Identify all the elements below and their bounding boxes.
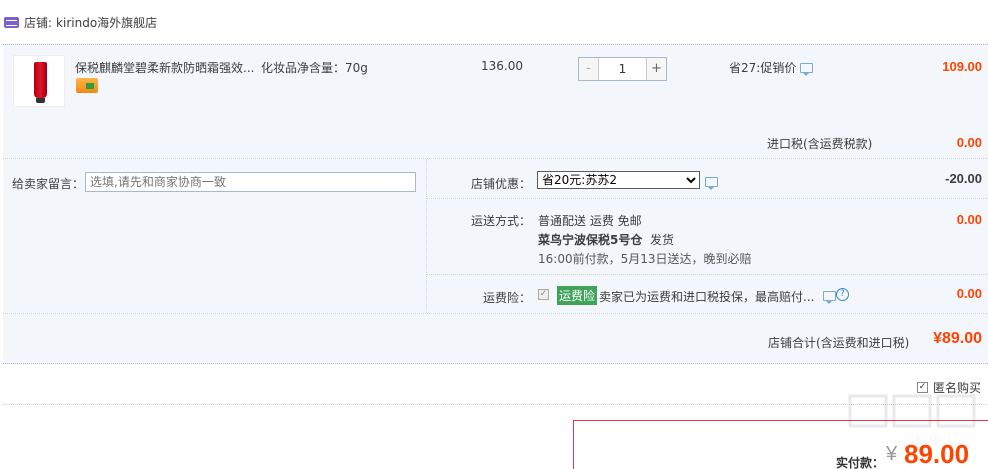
shipping-label: 运送方式： <box>471 214 532 228</box>
message-panel: 给卖家留言： <box>3 159 427 313</box>
shipping-warehouse: 菜鸟宁波保税5号仓 <box>538 233 643 247</box>
shop-promo-row: 店铺优惠： 省20元:苏苏2 -20.00 <box>427 159 988 199</box>
insurance-checkbox: ✓ <box>538 289 549 300</box>
insurance-row: 运费险： ✓ 运费险 卖家已为运费和进口税投保，最高赔付... ? 0.00 <box>427 275 988 313</box>
product-title-link[interactable]: 保税麒麟堂碧柔新款防晒霜强效... <box>75 59 254 76</box>
tax-row: 进口税(含运费税款) 0.00 <box>3 121 988 159</box>
shipping-amount: 0.00 <box>956 212 982 227</box>
promo-amount: -20.00 <box>945 171 982 186</box>
promo-select[interactable]: 省20元:苏苏2 <box>537 171 700 189</box>
item-row: 保税麒麟堂碧柔新款防晒霜强效... 化妆品净含量：70g 136.00 - 1 … <box>3 45 988 121</box>
shipping-eta: 16:00前付款，5月13日送达，晚到必赔 <box>538 252 752 266</box>
help-icon[interactable]: ? <box>836 288 849 301</box>
seller-message-input[interactable] <box>85 172 416 192</box>
insurance-tag: 运费险 <box>557 286 598 305</box>
watermark-logo <box>848 394 976 428</box>
product-cap-image <box>36 98 45 103</box>
divider <box>3 404 988 405</box>
credit-card-icon <box>76 78 98 93</box>
product-sku: 化妆品净含量：70g <box>261 61 368 75</box>
shipping-method: 普通配送 运费 免邮 <box>538 214 642 228</box>
quantity-minus-button[interactable]: - <box>579 58 599 80</box>
shop-label: 店铺: <box>24 15 53 30</box>
discount-text: 省27:促销价 <box>729 61 797 75</box>
shop-name-link[interactable]: kirindo海外旗舰店 <box>56 14 157 31</box>
message-label: 给卖家留言： <box>12 177 85 191</box>
product-thumbnail[interactable] <box>13 55 65 107</box>
quantity-input[interactable]: 1 <box>599 58 646 80</box>
chat-bubble-icon[interactable] <box>800 62 814 76</box>
shipping-dispatch: 发货 <box>650 233 675 247</box>
shop-icon <box>4 16 19 28</box>
shipping-row: 运送方式： 普通配送 运费 免邮 菜鸟宁波保税5号仓 发货 16:00前付款，5… <box>427 199 988 275</box>
shop-header: 店铺: kirindo海外旗舰店 <box>0 0 988 44</box>
subtotal-label: 店铺合计(含运费和进口税) <box>768 336 910 350</box>
subtotal-amount: ¥89.00 <box>933 330 982 347</box>
payment-amount: 89.00 <box>904 439 970 469</box>
subtotal-row: 店铺合计(含运费和进口税) ¥89.00 <box>3 313 988 365</box>
insurance-text: 卖家已为运费和进口税投保，最高赔付... <box>599 290 815 304</box>
shipping-warehouse-line: 菜鸟宁波保税5号仓 发货 <box>538 231 674 248</box>
item-price: 109.00 <box>942 59 982 74</box>
tax-amount: 0.00 <box>956 135 982 150</box>
promo-label: 店铺优惠： <box>471 177 532 191</box>
payment-label: 实付款： <box>836 456 885 469</box>
tax-label: 进口税(含运费税款) <box>767 137 873 151</box>
quantity-stepper: - 1 + <box>578 57 667 81</box>
chat-bubble-icon[interactable] <box>823 291 836 304</box>
product-tube-image <box>34 62 47 98</box>
quantity-plus-button[interactable]: + <box>646 58 666 80</box>
insurance-amount: 0.00 <box>956 286 982 301</box>
insurance-label: 运费险： <box>483 291 532 305</box>
order-box: 保税麒麟堂碧柔新款防晒霜强效... 化妆品净含量：70g 136.00 - 1 … <box>3 44 988 364</box>
discount-info: 省27:促销价 <box>729 59 814 76</box>
chat-bubble-icon[interactable] <box>705 177 718 190</box>
payment-currency: ¥ <box>886 443 898 465</box>
unit-price: 136.00 <box>481 59 523 73</box>
